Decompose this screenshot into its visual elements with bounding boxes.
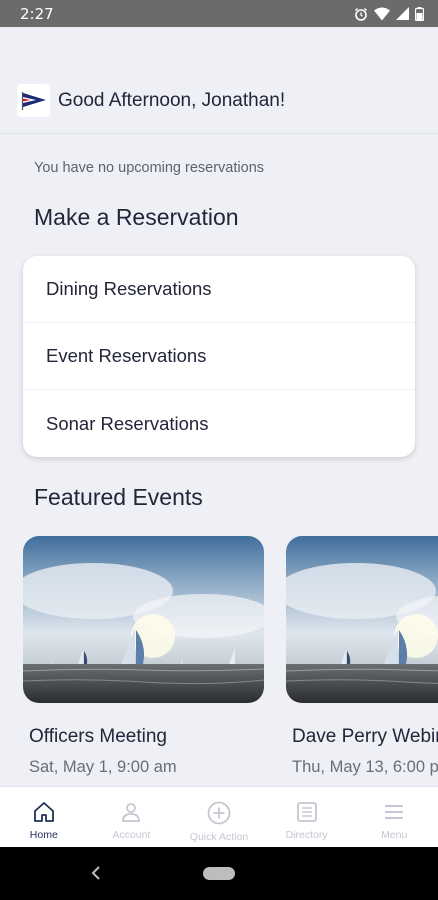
sonar-reservations-item[interactable]: Sonar Reservations xyxy=(23,390,415,457)
club-burgee-logo xyxy=(17,84,50,117)
event-reservations-item[interactable]: Event Reservations xyxy=(23,323,415,390)
home-icon xyxy=(33,802,54,822)
event-date: Thu, May 13, 6:00 pm xyxy=(292,758,438,776)
nav-directory[interactable]: Directory xyxy=(263,787,351,847)
featured-events-carousel[interactable]: Officers Meeting Sat, May 1, 9:00 am Dav… xyxy=(23,536,438,786)
nav-account[interactable]: Account xyxy=(88,787,176,847)
event-image-sailboats xyxy=(286,536,438,703)
plus-circle-icon xyxy=(207,801,231,825)
nav-label: Quick Action xyxy=(189,831,249,843)
directory-icon xyxy=(296,802,317,822)
hamburger-icon xyxy=(385,805,404,819)
person-icon xyxy=(122,803,141,822)
nav-quick-action[interactable]: Quick Action xyxy=(175,787,263,847)
event-date: Sat, May 1, 9:00 am xyxy=(29,758,177,776)
reservation-options-card: Dining Reservations Event Reservations S… xyxy=(23,256,415,457)
greeting-row: Good Afternoon, Jonathan! xyxy=(17,84,285,117)
alarm-icon xyxy=(355,7,367,21)
featured-events-title: Featured Events xyxy=(34,484,203,510)
event-image-sailboats xyxy=(23,536,264,703)
system-nav-bar xyxy=(0,847,438,900)
bottom-nav: Home Account Quick Action Directory Menu xyxy=(0,786,438,847)
signal-icon xyxy=(396,7,409,20)
home-pill-button[interactable] xyxy=(203,867,235,880)
event-card-dave-perry-webinar[interactable]: Dave Perry Webinar Series Thu, May 13, 6… xyxy=(286,536,438,777)
no-reservations-notice: You have no upcoming reservations xyxy=(34,160,265,176)
wifi-icon xyxy=(374,7,390,20)
event-card-officers-meeting[interactable]: Officers Meeting Sat, May 1, 9:00 am xyxy=(23,536,264,777)
back-icon[interactable] xyxy=(90,865,102,881)
nav-label: Home xyxy=(29,829,58,841)
event-title: Dave Perry Webinar Series xyxy=(292,726,438,747)
battery-icon xyxy=(415,6,424,21)
greeting-text: Good Afternoon, Jonathan! xyxy=(58,89,286,111)
nav-label: Directory xyxy=(285,829,328,841)
nav-menu[interactable]: Menu xyxy=(350,787,438,847)
event-title: Officers Meeting xyxy=(29,726,167,747)
dining-reservations-item[interactable]: Dining Reservations xyxy=(23,256,415,323)
nav-label: Account xyxy=(112,829,151,841)
header-divider xyxy=(0,133,438,134)
status-bar: 2:27 xyxy=(0,0,438,27)
status-time: 2:27 xyxy=(20,4,54,23)
nav-label: Menu xyxy=(381,829,408,841)
make-reservation-title: Make a Reservation xyxy=(34,204,239,230)
status-icons xyxy=(354,6,424,21)
nav-home[interactable]: Home xyxy=(0,787,88,847)
